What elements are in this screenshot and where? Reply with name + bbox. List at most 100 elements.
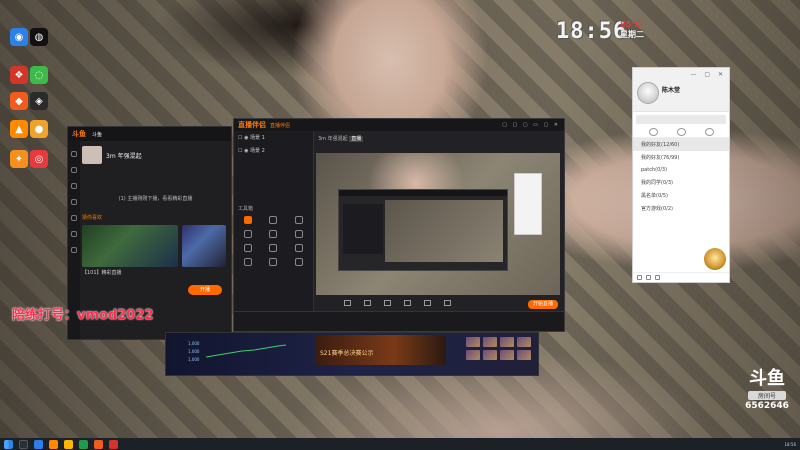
scene-item[interactable]: ☐ ◉ 场景 1 (234, 131, 313, 144)
tool-item[interactable] (262, 230, 286, 239)
tool-icon (269, 230, 278, 238)
obs-bottom-button[interactable] (404, 300, 411, 306)
tool-item[interactable] (236, 216, 260, 225)
desktop-shortcut[interactable]: ● (26, 120, 52, 139)
tools-title: 工具箱 (238, 206, 254, 212)
tool-item[interactable] (262, 244, 286, 253)
tool-icon (243, 244, 252, 252)
taskbar: 18:56 (0, 438, 800, 450)
desktop-shortcut[interactable]: ◎ (26, 150, 52, 169)
tray-time: 18:56 (784, 441, 796, 447)
graph-label: 1,000 (188, 349, 200, 354)
tool-icon (243, 258, 252, 266)
qq-group-item[interactable]: 我的好友(76/99) (633, 151, 729, 164)
obs-status-bar (234, 311, 564, 331)
qq-group-item[interactable]: 黑名单(0/5) (633, 189, 729, 202)
taskbar-app-icon[interactable] (34, 439, 43, 449)
nav-video-icon[interactable] (71, 199, 77, 205)
tool-icon (295, 244, 304, 252)
tool-item[interactable] (287, 258, 311, 267)
obs-bottom-button[interactable] (384, 300, 391, 306)
douyu-room-badge: 斗鱼 房间号 6562646 (744, 364, 790, 411)
nav-category-icon[interactable] (71, 183, 77, 189)
menu-icon[interactable] (637, 275, 642, 280)
live-tag: 直播 (349, 136, 364, 142)
taskbar-app-icon[interactable] (64, 439, 73, 449)
thumb-item[interactable]: 【101】精彩直播 (82, 225, 178, 276)
tool-icon (269, 244, 278, 252)
qq-group-item[interactable]: 我的好友(12/60) (633, 138, 729, 151)
nav-profile-icon[interactable] (71, 247, 77, 253)
taskbar-app-icon[interactable] (109, 439, 118, 449)
tool-item[interactable] (236, 230, 260, 239)
offline-message: (1) 主播刚刚下播，看看精彩直播 (118, 196, 193, 202)
obs-window-controls[interactable]: ▢ ▢ ▢ ▭ ▢ ✕ (502, 122, 560, 128)
qq-avatar[interactable] (637, 82, 659, 104)
qq-window-controls[interactable]: — ▢ ✕ (690, 71, 726, 78)
qq-group-item[interactable]: 官方游戏(0/2) (633, 202, 729, 215)
search-icon[interactable] (19, 439, 28, 449)
nav-game-icon[interactable] (71, 215, 77, 221)
streamer-card[interactable]: 3m 年强混起 (82, 143, 229, 167)
desktop-shortcut[interactable]: ◈ (26, 92, 52, 111)
obs-tab[interactable]: 直播伴侣 (270, 122, 290, 129)
thumb-image (82, 225, 178, 267)
tools-grid (234, 216, 313, 267)
qq-tab-contacts-icon[interactable] (676, 128, 686, 136)
qq-window: — ▢ ✕ 陈木堂 我的好友(12/60) 我的好友(76/99) patch(0/… (632, 67, 730, 283)
stream-preview[interactable] (316, 153, 560, 295)
obs-bottom-icon (404, 300, 411, 306)
tool-icon (269, 258, 278, 266)
taskbar-app-icon[interactable] (79, 439, 88, 449)
graph-label: 1,000 (188, 341, 200, 346)
nav-message-icon[interactable] (71, 231, 77, 237)
section-title: 猜你喜欢 (82, 215, 103, 221)
room-title: 3m 年强混起 (318, 136, 348, 142)
nav-follow-icon[interactable] (71, 167, 77, 173)
obs-bottom-button[interactable] (444, 300, 451, 306)
tool-item[interactable] (236, 244, 260, 253)
watermark-text: 陪练打号：vmod2022 (12, 308, 154, 323)
obs-bottom-button[interactable] (424, 300, 431, 306)
client-tab[interactable]: 斗鱼 (92, 131, 102, 138)
taskbar-app-icon[interactable] (49, 439, 58, 449)
tool-item[interactable] (287, 244, 311, 253)
obs-bottom-button[interactable] (344, 300, 351, 306)
desktop-shortcut[interactable]: ◍ (26, 28, 52, 47)
tool-item[interactable] (262, 258, 286, 267)
qq-search-input[interactable] (636, 115, 726, 124)
thumb-item[interactable] (182, 225, 226, 276)
recommend-thumbs: 【101】精彩直播 (82, 225, 229, 276)
tool-item[interactable] (287, 230, 311, 239)
taskbar-app-icon[interactable] (94, 439, 103, 449)
obs-bottom-icon (444, 300, 451, 306)
tool-item[interactable] (262, 216, 286, 225)
scene-list: ☐ ◉ 场景 1 ☐ ◉ 场景 2 (234, 131, 313, 157)
client-tabs: 斗鱼 (92, 131, 114, 138)
scene-item[interactable]: ☐ ◉ 场景 2 (234, 144, 313, 157)
nav-home-icon[interactable] (71, 151, 77, 157)
start-live-button[interactable]: 开始直播 (528, 300, 558, 309)
obs-info-bar: 3m 年强混起 直播 (316, 133, 560, 151)
desktop-shortcut[interactable]: ◌ (26, 66, 52, 85)
settings-icon[interactable] (646, 275, 651, 280)
shortcut-icon: ● (30, 120, 48, 138)
qq-group-item[interactable]: patch(0/3) (633, 164, 729, 176)
start-button[interactable] (4, 439, 13, 449)
qq-tabs (633, 127, 729, 138)
obs-tabs: 直播伴侣 (270, 122, 300, 129)
open-live-button[interactable]: 开播 (188, 285, 222, 295)
qq-tab-message-icon[interactable] (648, 128, 658, 136)
tool-item[interactable] (236, 258, 260, 267)
qq-tab-space-icon[interactable] (704, 128, 714, 136)
app-icon[interactable] (655, 275, 660, 280)
nested-qq-preview (514, 173, 542, 235)
system-tray-clock[interactable]: 18:56 (784, 442, 796, 447)
tool-item[interactable] (287, 216, 311, 225)
qq-group-item[interactable]: 我的同学(0/3) (633, 176, 729, 189)
client-titlebar: 斗鱼 斗鱼 (68, 127, 231, 141)
obs-titlebar: 直播伴侣 直播伴侣 ▢ ▢ ▢ ▭ ▢ ✕ (234, 119, 564, 131)
thumb-image (182, 225, 226, 267)
hero-portrait (466, 350, 480, 360)
obs-bottom-button[interactable] (364, 300, 371, 306)
